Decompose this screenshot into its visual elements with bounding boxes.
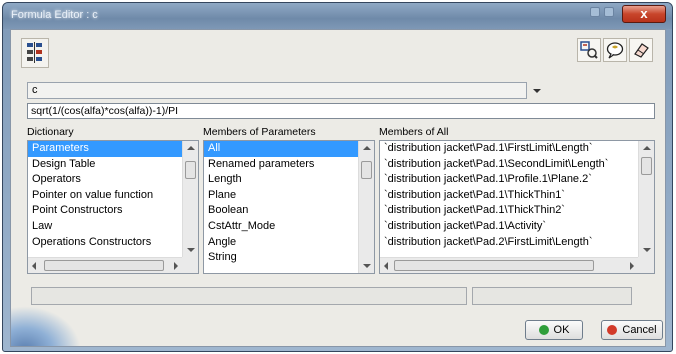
parameter-combo[interactable]: c [27,82,527,99]
eraser-icon [634,43,649,58]
list-item[interactable]: Operations Constructors [28,235,182,251]
scroll-right-icon[interactable] [174,262,178,270]
scroll-down-icon[interactable] [363,264,371,268]
right-toolbar [577,38,653,62]
scroll-left-icon[interactable] [384,262,388,270]
horizontal-scrollbar[interactable] [380,257,638,273]
window-title: Formula Editor : c [11,9,98,21]
list-item[interactable]: CstAttr_Mode [204,219,358,235]
members-of-all-list[interactable]: `distribution jacket\Pad.1\FirstLimit\Le… [379,140,655,274]
ok-icon [538,325,549,335]
vertical-scrollbar[interactable] [358,141,374,273]
ok-label: OK [553,324,570,336]
formula-tree-button[interactable] [21,38,49,68]
scroll-down-icon[interactable] [187,248,195,252]
cancel-button[interactable]: Cancel [601,320,663,340]
maximize-icon[interactable] [604,7,614,17]
scroll-thumb[interactable] [44,260,164,271]
list-item[interactable]: Point Constructors [28,203,182,219]
members-of-parameters-header: Members of Parameters [203,126,316,138]
scroll-left-icon[interactable] [32,262,36,270]
list-item[interactable]: `distribution jacket\Pad.1\ThickThin2` [380,203,638,219]
list-item[interactable]: Plane [204,188,358,204]
list-item[interactable]: Renamed parameters [204,157,358,173]
dialog-body: c sqrt(1/(cos(alfa)*cos(alfa))-1)/PI Dic… [10,29,666,347]
cancel-icon [607,325,618,335]
list-item[interactable]: Design Table [28,157,182,173]
comment-button[interactable] [603,38,627,62]
horizontal-scrollbar[interactable] [28,257,182,273]
list-item[interactable]: String [204,250,358,266]
scroll-up-icon[interactable] [187,146,195,150]
scroll-up-icon[interactable] [363,146,371,150]
value-field [472,287,632,305]
scroll-thumb[interactable] [185,161,196,179]
scroll-thumb[interactable] [394,260,594,271]
vertical-scrollbar[interactable] [182,141,198,257]
formula-input[interactable]: sqrt(1/(cos(alfa)*cos(alfa))-1)/PI [27,103,655,119]
cancel-label: Cancel [622,324,657,336]
list-item[interactable]: Operators [28,172,182,188]
formula-editor-window: Formula Editor : c x c sqrt(1/(cos(alfa)… [2,2,673,352]
list-item[interactable]: Parameters [28,141,182,157]
ok-button[interactable]: OK [525,320,583,340]
list-item[interactable]: Boolean [204,203,358,219]
chevron-down-icon[interactable] [533,89,541,93]
minimize-icon[interactable] [590,7,600,17]
scroll-down-icon[interactable] [643,248,651,252]
list-item[interactable]: `distribution jacket\Pad.1\Profile.1\Pla… [380,172,638,188]
dictionary-header: Dictionary [27,126,74,138]
comment-icon [606,42,624,59]
list-item[interactable]: Pointer on value function [28,188,182,204]
list-item[interactable]: Angle [204,235,358,251]
brand-swoosh [11,306,81,346]
list-item[interactable]: `distribution jacket\Pad.2\FirstLimit\Le… [380,235,638,251]
scroll-thumb[interactable] [641,157,652,175]
list-item[interactable]: All [204,141,358,157]
close-button[interactable]: x [622,5,666,23]
vertical-scrollbar[interactable] [638,141,654,257]
formula-tree-icon [27,42,42,63]
scroll-thumb[interactable] [361,161,372,179]
eraser-button[interactable] [629,38,653,62]
list-item[interactable]: Law [28,219,182,235]
scroll-up-icon[interactable] [643,146,651,150]
title-bar[interactable]: Formula Editor : c x [3,3,672,29]
list-item[interactable]: `distribution jacket\Pad.1\ThickThin1` [380,188,638,204]
formula-search-button[interactable] [577,38,601,62]
formula-search-icon [580,41,598,59]
list-item[interactable]: `distribution jacket\Pad.1\SecondLimit\L… [380,157,638,173]
scroll-right-icon[interactable] [630,262,634,270]
list-item[interactable]: Length [204,172,358,188]
list-item[interactable]: `distribution jacket\Pad.1\FirstLimit\Le… [380,141,638,157]
dictionary-list[interactable]: Parameters Design Table Operators Pointe… [27,140,199,274]
message-field [31,287,467,305]
list-item[interactable]: `distribution jacket\Pad.1\Activity` [380,219,638,235]
members-of-all-header: Members of All [379,126,449,138]
members-of-parameters-list[interactable]: All Renamed parameters Length Plane Bool… [203,140,375,274]
